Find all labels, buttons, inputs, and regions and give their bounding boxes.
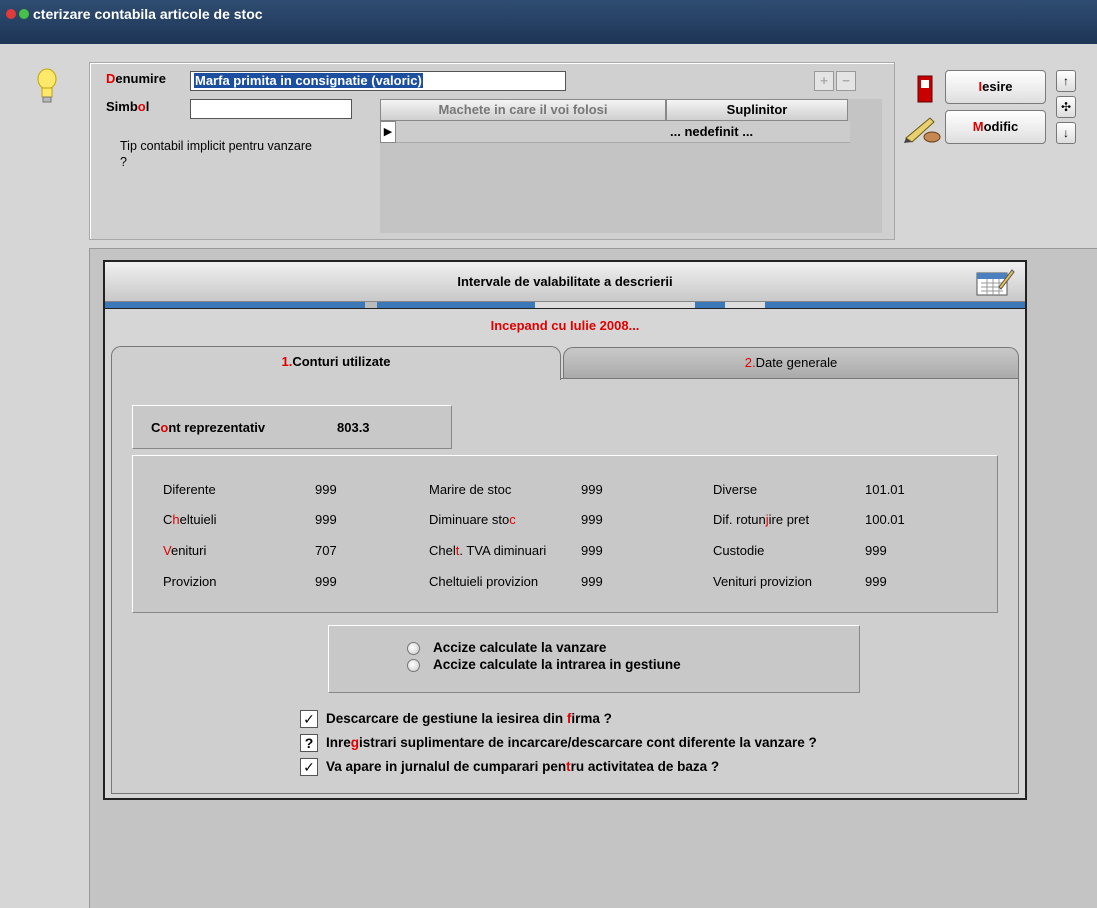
inregistrari-label: Inregistrari suplimentare de incarcare/d… bbox=[326, 735, 817, 750]
suplinitor-cell[interactable]: ... nedefinit ... bbox=[670, 124, 753, 139]
pencil-hand-icon bbox=[904, 117, 941, 143]
custodie-label: Custodie bbox=[713, 543, 765, 558]
provizion-value[interactable]: 999 bbox=[315, 574, 337, 589]
chelt-tva-value[interactable]: 999 bbox=[581, 543, 603, 558]
accize-vanzare-radio[interactable] bbox=[407, 642, 420, 655]
marire-stoc-label: Marire de stoc bbox=[429, 482, 512, 497]
tab-content: Cont reprezentativ 803.3 Diferente 999 C… bbox=[111, 378, 1019, 794]
dif-rotunjire-label: Dif. rotunjire pret bbox=[713, 512, 810, 527]
chelt-tva-label: Chelt. TVA diminuari bbox=[429, 543, 547, 558]
cheltuieli-provizion-value[interactable]: 999 bbox=[581, 574, 603, 589]
grid-header-suplinitor[interactable]: Suplinitor bbox=[666, 99, 848, 121]
interval-slider[interactable] bbox=[105, 302, 1025, 309]
cont-reprezentativ-box: Cont reprezentativ 803.3 bbox=[132, 405, 452, 449]
grid-header-machete[interactable]: Machete in care il voi folosi bbox=[380, 99, 666, 121]
denumire-label: Denumire bbox=[106, 71, 166, 86]
close-dot-icon[interactable] bbox=[6, 9, 16, 19]
denumire-field[interactable]: Marfa primita in consignatie (valoric) bbox=[190, 71, 566, 91]
cont-reprezentativ-label: Cont reprezentativ bbox=[151, 420, 266, 435]
intervals-panel: Intervale de valabilitate a descrierii I… bbox=[103, 260, 1027, 800]
machete-grid[interactable]: Machete in care il voi folosi Suplinitor… bbox=[380, 99, 882, 233]
modific-button[interactable]: Modific bbox=[945, 110, 1046, 144]
accize-intrare-radio[interactable] bbox=[407, 659, 420, 672]
table-row[interactable]: ▶ ... nedefinit ... bbox=[380, 121, 850, 143]
iesire-button[interactable]: Iesire bbox=[945, 70, 1046, 104]
descarcare-label: Descarcare de gestiune la iesirea din fi… bbox=[326, 711, 612, 726]
accize-intrare-label: Accize calculate la intrarea in gestiune bbox=[433, 657, 681, 672]
accounts-box: Diferente 999 Cheltuieli 999 Venituri 70… bbox=[132, 455, 998, 613]
marire-stoc-value[interactable]: 999 bbox=[581, 482, 603, 497]
move-icon[interactable]: ✣ bbox=[1056, 96, 1076, 118]
inregistrari-checkbox[interactable]: ? bbox=[300, 734, 318, 752]
window-title: cterizare contabila articole de stoc bbox=[33, 6, 263, 22]
tab-conturi-utilizate[interactable]: 1.Conturi utilizate bbox=[111, 346, 561, 380]
venituri-provizion-label: Venituri provizion bbox=[713, 574, 812, 589]
custodie-value[interactable]: 999 bbox=[865, 543, 887, 558]
cheltuieli-value[interactable]: 999 bbox=[315, 512, 337, 527]
diferente-value[interactable]: 999 bbox=[315, 482, 337, 497]
period-label: Incepand cu Iulie 2008... bbox=[490, 318, 640, 333]
calendar-edit-icon[interactable] bbox=[975, 267, 1015, 297]
remove-row-button[interactable]: − bbox=[836, 71, 856, 91]
accize-vanzare-label: Accize calculate la vanzare bbox=[433, 640, 607, 655]
intervals-header: Intervale de valabilitate a descrierii bbox=[105, 262, 1025, 302]
arrow-down-icon[interactable]: ↓ bbox=[1056, 122, 1076, 144]
arrow-up-icon[interactable]: ↑ bbox=[1056, 70, 1076, 92]
row-pointer-icon: ▶ bbox=[380, 121, 396, 143]
diminuare-stoc-label: Diminuare stoc bbox=[429, 512, 516, 527]
jurnal-cumparari-checkbox[interactable]: ✓ bbox=[300, 758, 318, 776]
diferente-label: Diferente bbox=[163, 482, 216, 497]
diverse-value[interactable]: 101.01 bbox=[865, 482, 905, 497]
exit-door-icon bbox=[917, 75, 933, 103]
jurnal-cumparari-label: Va apare in jurnalul de cumparari pentru… bbox=[326, 759, 720, 774]
venituri-provizion-value[interactable]: 999 bbox=[865, 574, 887, 589]
diminuare-stoc-value[interactable]: 999 bbox=[581, 512, 603, 527]
provizion-label: Provizion bbox=[163, 574, 217, 589]
simbol-field[interactable] bbox=[190, 99, 352, 119]
accize-group: Accize calculate la vanzare Accize calcu… bbox=[328, 625, 860, 693]
simbol-label: Simbol bbox=[106, 99, 150, 114]
tab-date-generale[interactable]: 2.Date generale bbox=[563, 347, 1019, 379]
venituri-label: Venituri bbox=[163, 543, 207, 558]
cheltuieli-provizion-label: Cheltuieli provizion bbox=[429, 574, 539, 589]
lightbulb-icon[interactable] bbox=[35, 66, 59, 106]
header-panel: Denumire Marfa primita in consignatie (v… bbox=[89, 62, 895, 240]
title-bar: cterizare contabila articole de stoc bbox=[0, 0, 1097, 44]
venituri-value[interactable]: 707 bbox=[315, 543, 337, 558]
diverse-label: Diverse bbox=[713, 482, 758, 497]
cont-reprezentativ-value[interactable]: 803.3 bbox=[337, 420, 370, 435]
dif-rotunjire-value[interactable]: 100.01 bbox=[865, 512, 905, 527]
descarcare-checkbox[interactable]: ✓ bbox=[300, 710, 318, 728]
maximize-dot-icon[interactable] bbox=[19, 9, 29, 19]
cheltuieli-label: Cheltuieli bbox=[163, 512, 217, 527]
add-row-button[interactable]: + bbox=[814, 71, 834, 91]
tip-contabil-label[interactable]: Tip contabil implicit pentru vanzare ? bbox=[120, 138, 350, 170]
